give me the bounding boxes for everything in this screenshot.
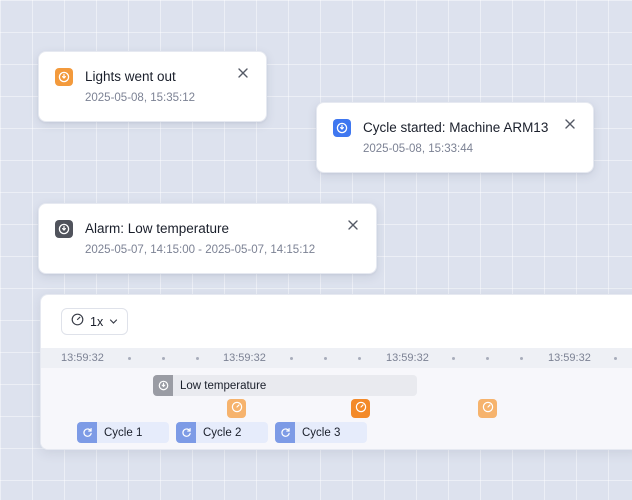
gauge-icon [482, 400, 494, 418]
tick-dot [358, 357, 361, 360]
info-icon [333, 119, 351, 137]
close-icon[interactable] [236, 66, 250, 80]
tick-dot [128, 357, 131, 360]
gauge-marker[interactable] [351, 399, 370, 418]
tick-label: 13:59:32 [386, 352, 429, 364]
notification-title: Cycle started: Machine ARM13 [363, 120, 549, 135]
cycle-label: Cycle 2 [203, 426, 242, 439]
tick-dot [452, 357, 455, 360]
speed-value: 1x [90, 314, 104, 329]
time-ruler: 13:59:32 13:59:32 13:59:32 13:59:32 [41, 348, 632, 368]
gauge-icon [71, 313, 84, 331]
notification-alarm: Alarm: Low temperature 2025-05-07, 14:15… [38, 203, 377, 274]
alarm-bar[interactable]: Low temperature [153, 375, 417, 396]
notification-time: 2025-05-07, 14:15:00 - 2025-05-07, 14:15… [85, 244, 316, 256]
notification-lights-out: Lights went out 2025-05-08, 15:35:12 [38, 51, 267, 122]
notification-time: 2025-05-08, 15:35:12 [85, 92, 195, 104]
cycle-bar[interactable]: Cycle 2 [176, 422, 268, 443]
tick-label: 13:59:32 [548, 352, 591, 364]
tick-dot [486, 357, 489, 360]
timeline-panel: 1x 13:59:32 13:59:32 13:59:32 13:59:32 L… [40, 294, 632, 450]
cycle-label: Cycle 1 [104, 426, 143, 439]
tick-dot [196, 357, 199, 360]
speed-selector[interactable]: 1x [61, 308, 128, 335]
refresh-icon [275, 422, 295, 443]
gauge-marker[interactable] [478, 399, 497, 418]
close-icon[interactable] [346, 218, 360, 232]
notification-time: 2025-05-08, 15:33:44 [363, 143, 473, 155]
notification-cycle-started: Cycle started: Machine ARM13 2025-05-08,… [316, 102, 594, 173]
cycle-bar[interactable]: Cycle 3 [275, 422, 367, 443]
gauge-marker[interactable] [227, 399, 246, 418]
tick-label: 13:59:32 [223, 352, 266, 364]
tick-dot [520, 357, 523, 360]
tick-label: 13:59:32 [61, 352, 104, 364]
close-icon[interactable] [563, 117, 577, 131]
tick-dot [290, 357, 293, 360]
cycle-label: Cycle 3 [302, 426, 341, 439]
alarm-bar-label: Low temperature [180, 379, 267, 392]
refresh-icon [77, 422, 97, 443]
info-icon [153, 375, 173, 396]
notification-title: Lights went out [85, 69, 176, 84]
gauge-icon [355, 400, 367, 418]
cycle-bar[interactable]: Cycle 1 [77, 422, 169, 443]
gauge-icon [231, 400, 243, 418]
notification-title: Alarm: Low temperature [85, 221, 230, 236]
timeline-track: Low temperature Cycle 1 Cycle 2 Cycle 3 [41, 368, 632, 449]
info-icon [55, 68, 73, 86]
tick-dot [324, 357, 327, 360]
chevron-down-icon [109, 313, 118, 331]
refresh-icon [176, 422, 196, 443]
tick-dot [162, 357, 165, 360]
tick-dot [614, 357, 617, 360]
info-icon [55, 220, 73, 238]
